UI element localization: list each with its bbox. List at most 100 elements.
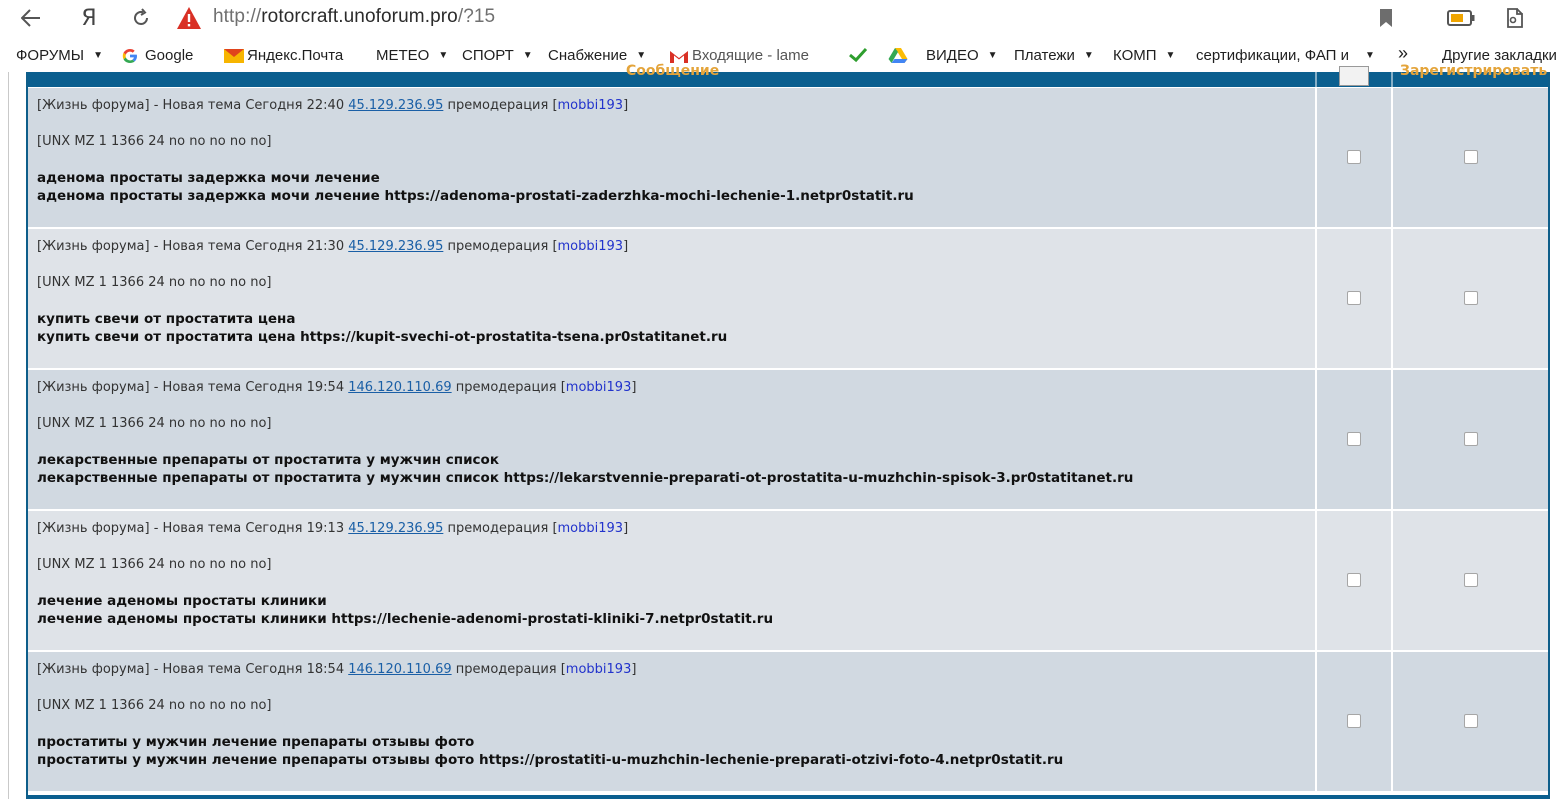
dropdown-caret-icon: ▼ <box>636 50 647 61</box>
select-checkbox[interactable] <box>1347 573 1361 587</box>
bookmark-other[interactable]: Другие закладки <box>1442 47 1560 64</box>
meta-text: ] <box>623 239 629 254</box>
yandex-icon[interactable]: Я <box>74 4 104 32</box>
bookmark-folder-meteo[interactable]: МЕТЕО ▼ <box>376 47 448 64</box>
client-info: [UNX MZ 1 1366 24 no no no no no] <box>37 698 272 713</box>
insecure-warning-icon[interactable] <box>176 5 202 31</box>
select-cell <box>1317 511 1391 650</box>
bookmark-label: сертификации, ФАП и <box>1196 47 1349 64</box>
post-meta: [Жизнь форума] - Новая тема Сегодня 21:3… <box>37 239 628 254</box>
ip-link[interactable]: 45.129.236.95 <box>348 239 443 254</box>
register-cell <box>1393 652 1548 791</box>
extensions-icon[interactable] <box>1503 6 1527 30</box>
bookmark-label: КОМП <box>1113 47 1157 64</box>
table-row: [Жизнь форума] - Новая тема Сегодня 19:5… <box>28 370 1548 509</box>
meta-text: ] <box>631 662 637 677</box>
meta-text: [Жизнь форума] - Новая тема Сегодня 19:5… <box>37 380 349 395</box>
bookmark-folder-payments[interactable]: Платежи ▼ <box>1014 47 1094 64</box>
post-meta: [Жизнь форума] - Новая тема Сегодня 19:5… <box>37 380 636 395</box>
reload-icon[interactable] <box>126 4 156 32</box>
post-title: лечение аденомы простаты клиники <box>37 593 327 609</box>
bookmark-google[interactable]: Google <box>122 47 193 64</box>
ip-link[interactable]: 45.129.236.95 <box>348 521 443 536</box>
dropdown-caret-icon: ▼ <box>438 50 449 61</box>
url-path: /?15 <box>457 6 496 27</box>
meta-text: премодерация [ <box>443 239 558 254</box>
bookmark-folder-certification[interactable]: сертификации, ФАП и ▼ <box>1196 47 1382 64</box>
user-link[interactable]: mobbi193 <box>558 521 624 536</box>
register-checkbox[interactable] <box>1464 714 1478 728</box>
register-checkbox[interactable] <box>1464 432 1478 446</box>
meta-text: премодерация [ <box>443 98 558 113</box>
bookmark-folder-forums[interactable]: ФОРУМЫ ▼ <box>16 47 103 64</box>
register-cell <box>1393 88 1548 227</box>
message-cell: [Жизнь форума] - Новая тема Сегодня 22:4… <box>28 88 1315 227</box>
checkmark-icon <box>848 47 868 63</box>
user-link[interactable]: mobbi193 <box>558 98 624 113</box>
table-row: [Жизнь форума] - Новая тема Сегодня 22:4… <box>28 88 1548 227</box>
bookmark-label: Яндекс.Почта <box>247 47 344 64</box>
bookmark-folder-supply[interactable]: Снабжение ▼ <box>548 47 646 64</box>
register-checkbox[interactable] <box>1464 150 1478 164</box>
select-checkbox[interactable] <box>1347 714 1361 728</box>
header-register: Зарегистрировать <box>1400 63 1548 79</box>
header-divider <box>1391 72 1393 87</box>
client-info: [UNX MZ 1 1366 24 no no no no no] <box>37 275 272 290</box>
post-title: аденома простаты задержка мочи лечение <box>37 170 380 186</box>
select-checkbox[interactable] <box>1347 432 1361 446</box>
bookmark-folder-sport[interactable]: СПОРТ ▼ <box>462 47 533 64</box>
dropdown-caret-icon: ▼ <box>987 50 998 61</box>
bookmark-drive[interactable] <box>888 47 908 63</box>
ip-link[interactable]: 146.120.110.69 <box>348 662 451 677</box>
url-scheme: http:// <box>213 6 262 27</box>
client-info: [UNX MZ 1 1366 24 no no no no no] <box>37 134 272 149</box>
table-row: [Жизнь форума] - Новая тема Сегодня 18:5… <box>28 652 1548 791</box>
post-body: купить свечи от простатита цена https://… <box>37 329 728 345</box>
meta-text: премодерация [ <box>443 521 558 536</box>
more-bookmarks-chevron[interactable]: » <box>1398 43 1408 64</box>
header-message: Сообщение <box>626 63 720 79</box>
dropdown-caret-icon: ▼ <box>93 50 103 61</box>
meta-text: [Жизнь форума] - Новая тема Сегодня 18:5… <box>37 662 349 677</box>
dropdown-caret-icon: ▼ <box>1365 50 1375 61</box>
url-host: rotorcraft.unoforum.pro <box>261 6 458 27</box>
select-cell <box>1317 88 1391 227</box>
select-all-checkbox[interactable] <box>1339 66 1369 86</box>
client-info: [UNX MZ 1 1366 24 no no no no no] <box>37 557 272 572</box>
register-checkbox[interactable] <box>1464 573 1478 587</box>
moderation-table: Сообщение Зарегистрировать [Жизнь форума… <box>26 63 1550 799</box>
bookmark-folder-comp[interactable]: КОМП ▼ <box>1113 47 1175 64</box>
register-checkbox[interactable] <box>1464 291 1478 305</box>
meta-text: ] <box>623 521 629 536</box>
dropdown-caret-icon: ▼ <box>1165 50 1176 61</box>
back-arrow-icon[interactable] <box>16 4 46 32</box>
address-bar[interactable]: http://rotorcraft.unoforum.pro/?15 <box>213 6 495 28</box>
battery-saver-icon[interactable] <box>1447 10 1475 26</box>
select-checkbox[interactable] <box>1347 291 1361 305</box>
bookmark-label: Другие закладки <box>1442 47 1557 64</box>
user-link[interactable]: mobbi193 <box>566 662 632 677</box>
bookmark-label: Платежи <box>1014 47 1075 64</box>
meta-text: [Жизнь форума] - Новая тема Сегодня 21:3… <box>37 239 349 254</box>
post-title: лекарственные препараты от простатита у … <box>37 452 499 468</box>
select-cell <box>1317 370 1391 509</box>
post-body: лекарственные препараты от простатита у … <box>37 470 1134 486</box>
post-meta: [Жизнь форума] - Новая тема Сегодня 22:4… <box>37 98 628 113</box>
bookmark-folder-video[interactable]: ВИДЕО ▼ <box>926 47 998 64</box>
bookmark-gmail-inbox[interactable]: Входящие - lame <box>669 47 809 64</box>
client-info: [UNX MZ 1 1366 24 no no no no no] <box>37 416 272 431</box>
register-cell <box>1393 229 1548 368</box>
table-header: Сообщение Зарегистрировать <box>28 63 1548 87</box>
user-link[interactable]: mobbi193 <box>566 380 632 395</box>
bookmark-page-icon[interactable] <box>1378 8 1394 28</box>
bookmark-yandex-mail[interactable]: Яндекс.Почта <box>224 47 343 64</box>
ip-link[interactable]: 45.129.236.95 <box>348 98 443 113</box>
ip-link[interactable]: 146.120.110.69 <box>348 380 451 395</box>
message-cell: [Жизнь форума] - Новая тема Сегодня 18:5… <box>28 652 1315 791</box>
gmail-icon <box>669 48 688 64</box>
select-checkbox[interactable] <box>1347 150 1361 164</box>
user-link[interactable]: mobbi193 <box>558 239 624 254</box>
dropdown-caret-icon: ▼ <box>1083 50 1094 61</box>
bookmark-checkmark[interactable] <box>848 47 868 63</box>
browser-toolbar: Я http://rotorcraft.unoforum.pro/?15 <box>0 0 1560 38</box>
